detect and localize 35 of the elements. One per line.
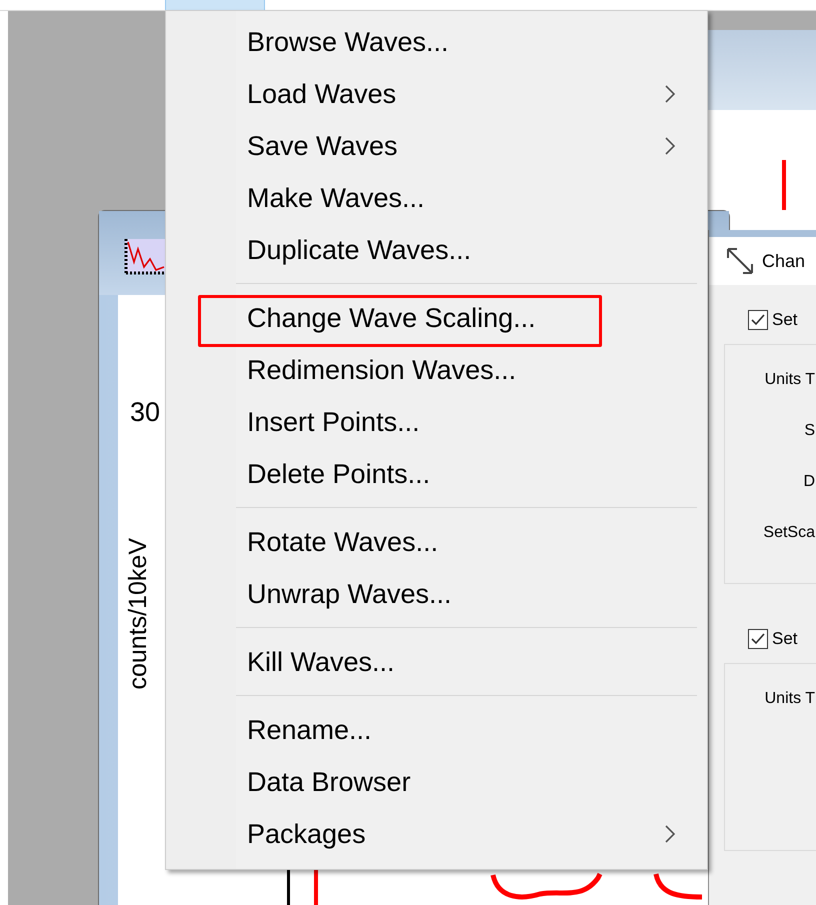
menu-item[interactable]: Delete Points...	[166, 448, 707, 500]
chevron-icon	[665, 137, 675, 155]
field-label: S	[804, 422, 815, 440]
chevron-icon	[665, 825, 675, 843]
menu-item[interactable]: Rename...	[166, 704, 707, 756]
menu-item[interactable]: Duplicate Waves...	[166, 224, 707, 276]
menu-item[interactable]: Load Waves	[166, 68, 707, 120]
menu-item[interactable]: Data Browser	[166, 756, 707, 808]
resize-arrows-icon	[724, 245, 756, 277]
menu-item[interactable]: Packages	[166, 808, 707, 860]
checkbox[interactable]	[748, 310, 768, 330]
menu-item[interactable]: Save Waves	[166, 120, 707, 172]
checkbox-label: Set	[772, 310, 798, 330]
checkbox[interactable]	[748, 629, 768, 649]
menu-item[interactable]: Make Waves...	[166, 172, 707, 224]
checkbox-label: Set	[772, 629, 798, 649]
menu-item[interactable]: Browse Waves...	[166, 16, 707, 68]
menu-item[interactable]: Unwrap Waves...	[166, 568, 707, 620]
checkmark-icon	[750, 632, 766, 646]
chevron-icon	[665, 85, 675, 103]
menu-item[interactable]: Insert Points...	[166, 396, 707, 448]
menu-item[interactable]: Change Wave Scaling...	[166, 292, 707, 344]
checkmark-icon	[750, 313, 766, 327]
axis-title: counts/10keV	[124, 538, 153, 690]
graph-icon[interactable]	[122, 237, 166, 277]
axis-line	[287, 870, 290, 905]
dialog-title: Chan	[762, 250, 806, 272]
field-label: SetSca	[763, 524, 815, 542]
menu-item[interactable]: Rotate Waves...	[166, 516, 707, 568]
field-label: Units T	[764, 690, 815, 708]
menu-item[interactable]: Redimension Waves...	[166, 344, 707, 396]
menu-item[interactable]: Kill Waves...	[166, 636, 707, 688]
field-label: D	[803, 473, 815, 491]
field-label: Units T	[764, 371, 815, 389]
axis-tick-label: 30	[130, 397, 160, 428]
